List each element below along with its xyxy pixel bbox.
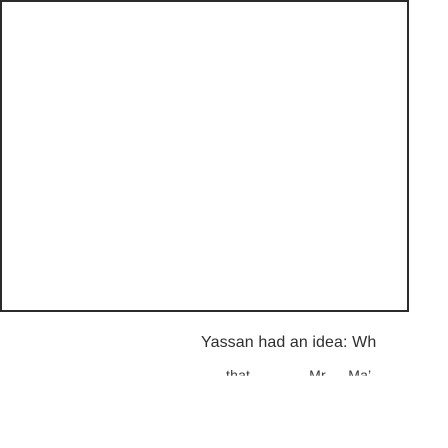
page: Yassan had an idea: Wh that … … … Mr … M…: [0, 0, 448, 448]
image-placeholder-frame: [0, 0, 409, 312]
caption-text-line-2: that … … … Mr … Ma’ …: [226, 367, 390, 383]
caption-area: Yassan had an idea: Wh that … … … Mr … M…: [0, 325, 448, 448]
caption-text-line-1: Yassan had an idea: Wh: [201, 334, 377, 351]
